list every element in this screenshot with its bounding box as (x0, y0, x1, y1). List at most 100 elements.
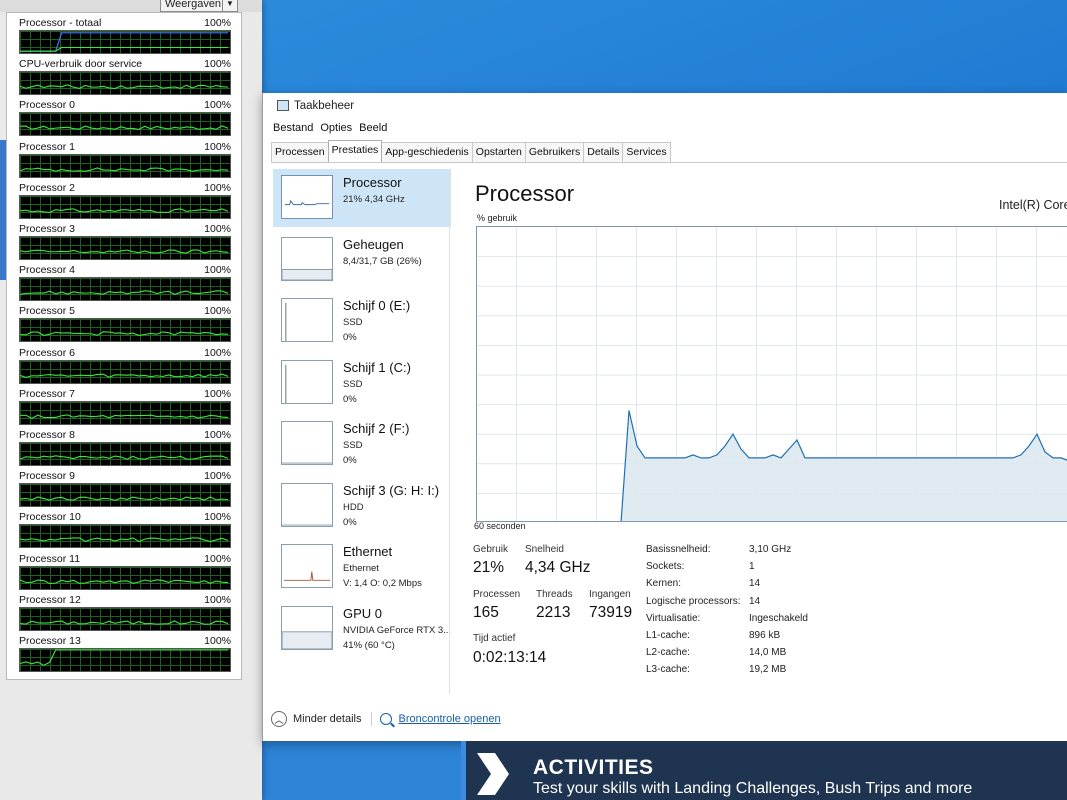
cpu-mini-line (20, 32, 229, 52)
tab-processen[interactable]: Processen (271, 142, 329, 162)
tab-details[interactable]: Details (583, 142, 624, 162)
cpu-row-max: 100% (204, 17, 231, 29)
cpu-monitor-row: Processor 4 100% (19, 264, 231, 305)
cpu-mini-series (20, 167, 229, 172)
sidebar-item-detail-2: 0% (343, 393, 357, 405)
cpu-graph-list[interactable]: Processor - totaal 100% CPU-verbruik door … (6, 12, 242, 680)
cpu-mini-line (20, 620, 229, 625)
sidebar-item-detail: 8,4/31,7 GB (26%) (343, 255, 422, 267)
cpu-mini-graph (19, 359, 231, 384)
sidebar-item-detail: NVIDIA GeForce RTX 3... (343, 624, 452, 636)
spec-label: L1-cache: (646, 630, 690, 641)
task-manager-window: Taakbeheer Bestand Opties Beeld Processen P… (262, 93, 1067, 741)
sidebar-item-detail-2: 0% (343, 332, 357, 343)
cpu-monitor-row: Processor 13 100% (19, 635, 231, 676)
cpu-row-label: Processor 8 (19, 429, 76, 441)
cpu-mini-graph (19, 565, 231, 590)
cpu-mini-line (20, 208, 229, 213)
sidebar-item-schijf-1-c[interactable]: Schijf 1 (C:) SSD 0% (273, 354, 451, 412)
sidebar-item-gpu-0[interactable]: GPU 0 NVIDIA GeForce RTX 3... 41% (60 °C) (273, 600, 451, 658)
sidebar-thumbnail (281, 359, 333, 404)
sidebar-item-geheugen[interactable]: Geheugen 8,4/31,7 GB (26%) (273, 231, 451, 289)
tab-opstarten[interactable]: Opstarten (471, 142, 526, 162)
sidebar-thumbnail (281, 298, 333, 342)
sidebar-thumbnail (281, 605, 333, 650)
cpu-row-label: Processor 12 (19, 593, 81, 606)
cpu-mini-series (20, 84, 229, 90)
cpu-mini-line (20, 84, 229, 90)
thumbnail-graph (282, 462, 332, 464)
banner-subtitle: Test your skills with Landing Challenges… (533, 780, 973, 797)
cpu-monitor-row: Processor 11 100% (19, 553, 231, 594)
title-bar[interactable]: Taakbeheer (263, 93, 1067, 119)
sidebar-item-detail: 21% 4,34 GHz (343, 194, 405, 205)
graph-x-label: 60 seconden (474, 521, 526, 531)
cpu-monitor-row: Processor 2 100% (19, 182, 231, 223)
sidebar-item-detail: SSD (343, 317, 363, 328)
thumbnail-series (282, 268, 332, 280)
thumbnail-graph (285, 302, 287, 341)
cpu-mini-graph (19, 236, 231, 260)
cpu-mini-line (20, 578, 229, 584)
spec-value: 1 (749, 561, 755, 573)
cpu-usage-area (621, 410, 1067, 521)
cpu-mini-line (20, 496, 229, 502)
spec-value: 19,2 MB (749, 664, 787, 676)
cpu-monitor-row: Processor 9 100% (19, 470, 231, 511)
fewer-details-link[interactable]: Minder details (293, 713, 361, 725)
cpu-row-label: Processor 10 (19, 511, 81, 524)
spec-label: Basissnelheid: (646, 544, 711, 555)
uptime-value: 0:02:13:14 (473, 649, 547, 666)
menu-item[interactable]: Opties (320, 122, 352, 134)
tab-services[interactable]: Services (622, 142, 671, 162)
sidebar-item-title: Ethernet (343, 544, 393, 559)
cpu-usage-chart (477, 227, 1067, 521)
cpu-mini-line (20, 331, 229, 337)
cpu-row-label: Processor 9 (19, 470, 76, 483)
cpu-row-label: Processor 7 (19, 387, 76, 400)
cpu-row-label: Processor - totaal (19, 17, 102, 29)
cpu-row-label: Processor 2 (19, 181, 76, 194)
task-manager-icon (277, 100, 289, 111)
cpu-monitor-row: Processor 0 100% (19, 99, 231, 140)
tab-app-geschiedenis[interactable]: App-geschiedenis (381, 142, 473, 162)
spec-label: L2-cache: (646, 647, 690, 659)
thumbnail-graph (282, 268, 332, 280)
tab-gebruikers[interactable]: Gebruikers (524, 142, 585, 162)
sidebar-item-schijf-0-e[interactable]: Schijf 0 (E:) SSD 0% (273, 292, 451, 350)
tab-prestaties[interactable]: Prestaties (327, 140, 383, 162)
speed-label: Snelheid (525, 544, 564, 555)
sidebar-item-detail-2: 0% (343, 455, 357, 466)
sidebar-item-ethernet[interactable]: Ethernet Ethernet V: 1,4 O: 0,2 Mbps (273, 538, 451, 596)
cpu-row-label: Processor 1 (19, 140, 76, 153)
menu-item[interactable]: Beeld (359, 122, 387, 134)
cpu-mini-graph (19, 71, 231, 96)
sidebar-item-schijf-2-f[interactable]: Schijf 2 (F:) SSD 0% (273, 415, 451, 473)
spec-label: Kernen: (646, 578, 682, 590)
chevron-up-icon[interactable]: ︿ (271, 711, 287, 727)
sidebar-item-schijf-3-g-h-i[interactable]: Schijf 3 (G: H: I:) HDD 0% (273, 477, 451, 535)
spec-label: L3-cache: (646, 664, 690, 676)
cpu-row-max: 100% (204, 552, 231, 565)
sidebar-item-title: Schijf 3 (G: H: I:) (343, 482, 440, 498)
sidebar-item-detail: Ethernet (343, 563, 379, 574)
cpu-monitor-row: Processor - totaal 100% (19, 17, 231, 58)
cpu-row-max: 100% (204, 264, 231, 277)
cpu-mini-series (20, 331, 229, 337)
sidebar-item-detail: HDD (343, 501, 364, 513)
activities-banner[interactable]: ACTIVITIES Test your skills with Landing… (461, 741, 1067, 800)
sidebar-item-processor[interactable]: Processor 21% 4,34 GHz (273, 169, 451, 227)
cpu-mini-series (20, 46, 229, 52)
open-resource-monitor-link[interactable]: Broncontrole openen (398, 713, 500, 725)
cpu-mini-line (20, 290, 229, 296)
chevron-down-icon[interactable]: ▼ (222, 0, 237, 11)
graph-y-label: % gebruik (477, 213, 518, 223)
cpu-row-label: Processor 4 (19, 264, 76, 277)
cpu-row-max: 100% (204, 387, 231, 400)
menu-item[interactable]: Bestand (273, 122, 313, 134)
cpu-monitor-row: CPU-verbruik door service 100% (19, 58, 231, 99)
cpu-mini-graph (19, 483, 231, 508)
sidebar-item-detail-2: 41% (60 °C) (343, 639, 395, 651)
views-dropdown[interactable]: Weergaven ▼ (160, 0, 238, 12)
spec-label: Logische processors: (646, 595, 741, 607)
